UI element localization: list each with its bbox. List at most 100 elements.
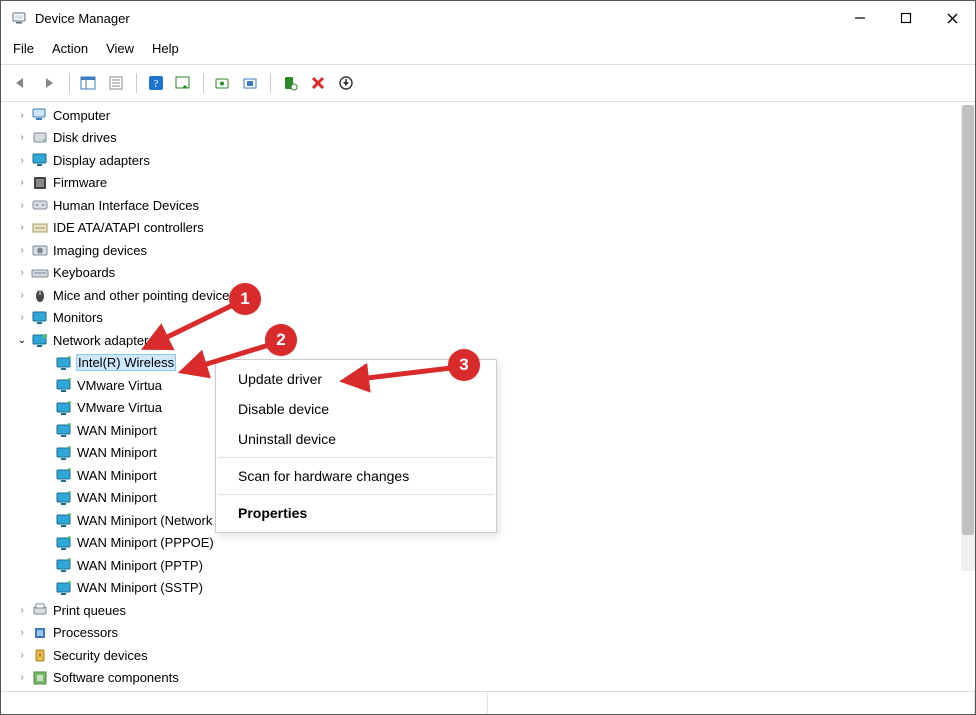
chevron-right-icon[interactable]: › [15,650,29,661]
menu-view[interactable]: View [106,41,134,56]
chevron-right-icon[interactable]: › [15,132,29,143]
tree-item-label: Software components [53,670,179,685]
annotation-badge: 3 [448,349,480,381]
chevron-right-icon[interactable]: › [15,627,29,638]
context-menu: Update driverDisable deviceUninstall dev… [215,359,497,533]
net-icon [55,579,73,597]
tree-item-label: Monitors [53,310,103,325]
tree-item[interactable]: ›Firmware [15,172,961,195]
chevron-right-icon[interactable]: › [15,222,29,233]
chevron-right-icon[interactable]: › [15,267,29,278]
menu-file[interactable]: File [13,41,34,56]
app-icon [11,10,27,26]
tree-item[interactable]: ›Computer [15,104,961,127]
forward-button[interactable] [37,70,63,96]
chevron-right-icon[interactable]: › [15,177,29,188]
scan-hardware-button[interactable] [171,70,197,96]
tree-item[interactable]: ›Security devices [15,644,961,667]
back-button[interactable] [9,70,35,96]
tree-item[interactable]: › Imaging devices [15,239,961,262]
tree-item-label: Display adapters [53,153,150,168]
firmware-icon [31,174,49,192]
scrollbar-thumb[interactable] [962,105,974,535]
tree-item-label: Processors [53,625,118,640]
tree-item[interactable]: Intel(R) Wireless [39,352,961,375]
tree-item[interactable]: WAN Miniport (SSTP) [39,577,961,600]
tree-item[interactable]: › Human Interface Devices [15,194,961,217]
tree-item[interactable]: WAN Miniport [39,442,961,465]
tree-item[interactable]: WAN Miniport [39,464,961,487]
uninstall-device-button[interactable] [305,70,331,96]
chevron-down-icon[interactable]: ⌄ [15,335,29,346]
tree-item-label: WAN Miniport [77,445,157,460]
tree-item-label: Imaging devices [53,243,147,258]
menu-help[interactable]: Help [152,41,179,56]
tree-item-label: Human Interface Devices [53,198,199,213]
context-menu-item[interactable]: Properties [216,498,496,528]
context-menu-item[interactable]: Disable device [216,394,496,424]
tree-item[interactable]: WAN Miniport (PPTP) [39,554,961,577]
net-icon [55,444,73,462]
window-title: Device Manager [35,11,837,26]
context-menu-item[interactable]: Uninstall device [216,424,496,454]
menu-action[interactable]: Action [52,41,88,56]
tree-item[interactable]: › Print queues [15,599,961,622]
minimize-button[interactable] [837,1,883,35]
tree-item[interactable]: › IDE ATA/ATAPI controllers [15,217,961,240]
tree-item[interactable]: › Display adapters [15,149,961,172]
tree-item-label: Print queues [53,603,126,618]
net-icon [55,489,73,507]
chevron-right-icon[interactable]: › [15,245,29,256]
tree-item[interactable]: WAN Miniport (Network Monitor) [39,509,961,532]
help-toolbar-button[interactable]: ? [143,70,169,96]
tree-item-label: WAN Miniport (PPPOE) [77,535,214,550]
toolbar: ? [1,64,975,102]
tree-item[interactable]: › Monitors [15,307,961,330]
tree-item-label: WAN Miniport [77,468,157,483]
tree-item[interactable]: › Software components [15,667,961,688]
add-legacy-hardware-button[interactable] [238,70,264,96]
tree-item[interactable]: ›Keyboards [15,262,961,285]
chevron-right-icon[interactable]: › [15,605,29,616]
maximize-button[interactable] [883,1,929,35]
tree-item-label: Intel(R) Wireless [77,355,175,370]
tree-item-label: Disk drives [53,130,117,145]
context-menu-item[interactable]: Scan for hardware changes [216,461,496,491]
mouse-icon [31,286,49,304]
hid-icon [31,196,49,214]
tree-item[interactable]: VMware Virtua [39,397,961,420]
tree-item[interactable]: VMware Virtua [39,374,961,397]
tree-item[interactable]: › Disk drives [15,127,961,150]
svg-text:?: ? [154,78,159,90]
properties-toolbar-button[interactable] [104,70,130,96]
update-driver-toolbar-button[interactable] [210,70,236,96]
menu-bar: File Action View Help [1,35,975,64]
vertical-scrollbar[interactable] [961,105,975,571]
close-button[interactable] [929,1,975,35]
keyboard-icon [31,264,49,282]
tree-item[interactable]: ›Mice and other pointing devices [15,284,961,307]
chevron-right-icon[interactable]: › [15,290,29,301]
chevron-right-icon[interactable]: › [15,200,29,211]
chevron-right-icon[interactable]: › [15,672,29,683]
tree-item-label: WAN Miniport [77,490,157,505]
toolbar-separator [136,73,137,93]
net-icon [55,556,73,574]
chevron-right-icon[interactable]: › [15,110,29,121]
disable-device-toolbar-button[interactable] [333,70,359,96]
security-icon [31,646,49,664]
enable-device-button[interactable] [277,70,303,96]
chevron-right-icon[interactable]: › [15,312,29,323]
tree-item[interactable]: WAN Miniport [39,487,961,510]
computer-icon [31,106,49,124]
show-hide-console-tree-button[interactable] [76,70,102,96]
tree-item-label: IDE ATA/ATAPI controllers [53,220,204,235]
cpu-icon [31,624,49,642]
tree-item[interactable]: › Processors [15,622,961,645]
tree-item[interactable]: WAN Miniport [39,419,961,442]
tree-item[interactable]: ⌄Network adapters [15,329,961,352]
tree-item-label: VMware Virtua [77,378,162,393]
tree-item[interactable]: WAN Miniport (PPPOE) [39,532,961,555]
status-cell [1,692,488,714]
chevron-right-icon[interactable]: › [15,155,29,166]
